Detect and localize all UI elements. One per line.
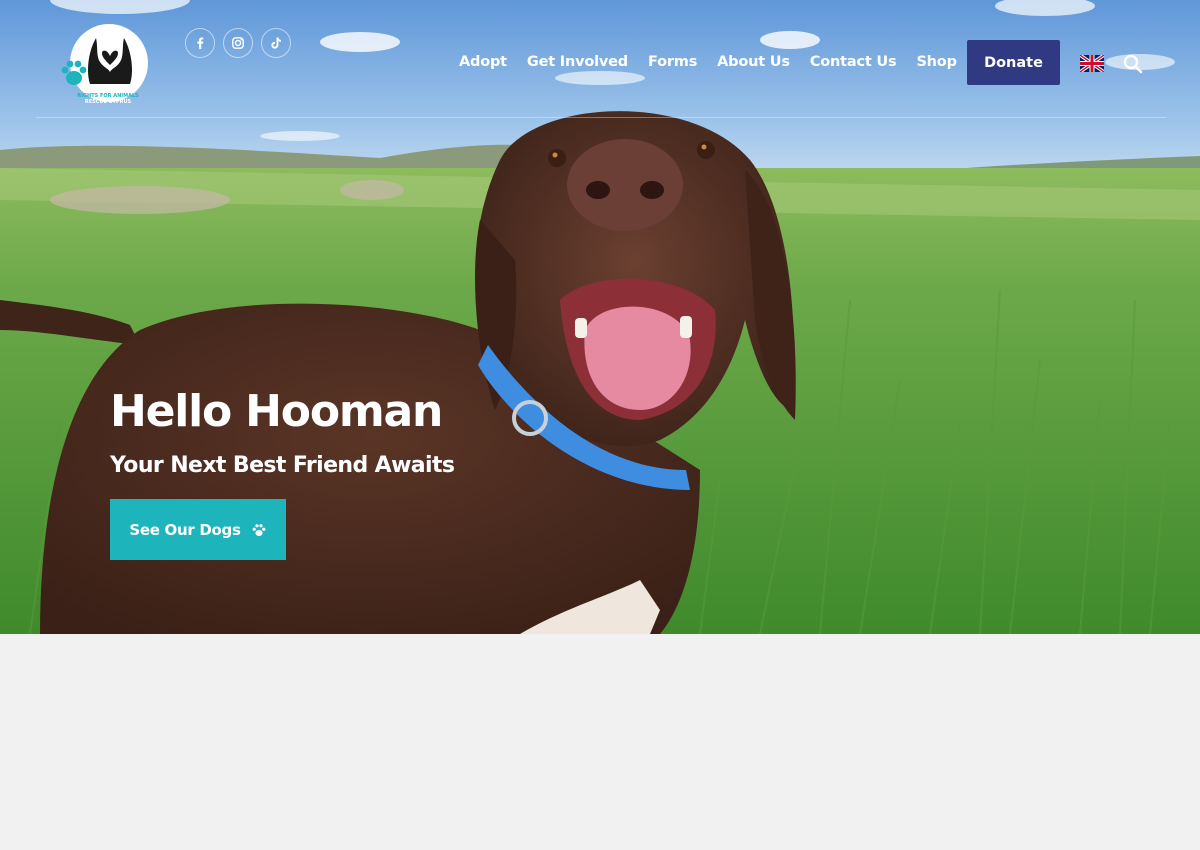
paw-logo-icon — [61, 60, 87, 85]
nav-item-forms[interactable]: Forms — [648, 52, 697, 74]
nav-item-contact-us[interactable]: Contact Us — [810, 52, 897, 74]
tiktok-link[interactable] — [261, 28, 291, 58]
hero-subtitle: Your Next Best Friend Awaits — [110, 453, 455, 478]
paw-icon — [252, 523, 266, 536]
donate-button[interactable]: Donate — [967, 40, 1060, 85]
hero-title: Hello Hooman — [110, 386, 443, 437]
nav-item-about-us[interactable]: About Us — [717, 52, 790, 74]
logo-text-line2: RESCUE CYPRUS — [84, 99, 132, 105]
nav-item-adopt[interactable]: Adopt — [459, 52, 507, 74]
search-icon[interactable] — [1122, 53, 1144, 75]
logo-wordmark: RIGHTS FOR ANIMALS RESCUE CYPRUS — [58, 93, 158, 105]
site-logo[interactable]: RIGHTS FOR ANIMALS RESCUE CYPRUS — [58, 24, 152, 108]
nav-item-get-involved[interactable]: Get Involved — [527, 52, 628, 74]
site-header: RIGHTS FOR ANIMALS RESCUE CYPRUS Adopt G… — [0, 0, 1200, 118]
hands-heart-icon — [88, 38, 132, 84]
uk-flag-icon[interactable] — [1080, 55, 1104, 72]
cta-label: See Our Dogs — [129, 520, 241, 539]
facebook-icon — [197, 37, 204, 49]
header-divider — [36, 117, 1166, 118]
facebook-link[interactable] — [185, 28, 215, 58]
instagram-link[interactable] — [223, 28, 253, 58]
see-our-dogs-button[interactable]: See Our Dogs — [110, 499, 286, 560]
instagram-icon — [232, 37, 244, 49]
main-navigation: Adopt Get Involved Forms About Us Contac… — [459, 52, 957, 74]
page-content-area — [0, 634, 1200, 850]
tiktok-icon — [271, 37, 281, 49]
nav-item-shop[interactable]: Shop — [916, 52, 957, 74]
hero-section: RIGHTS FOR ANIMALS RESCUE CYPRUS Adopt G… — [0, 0, 1200, 634]
